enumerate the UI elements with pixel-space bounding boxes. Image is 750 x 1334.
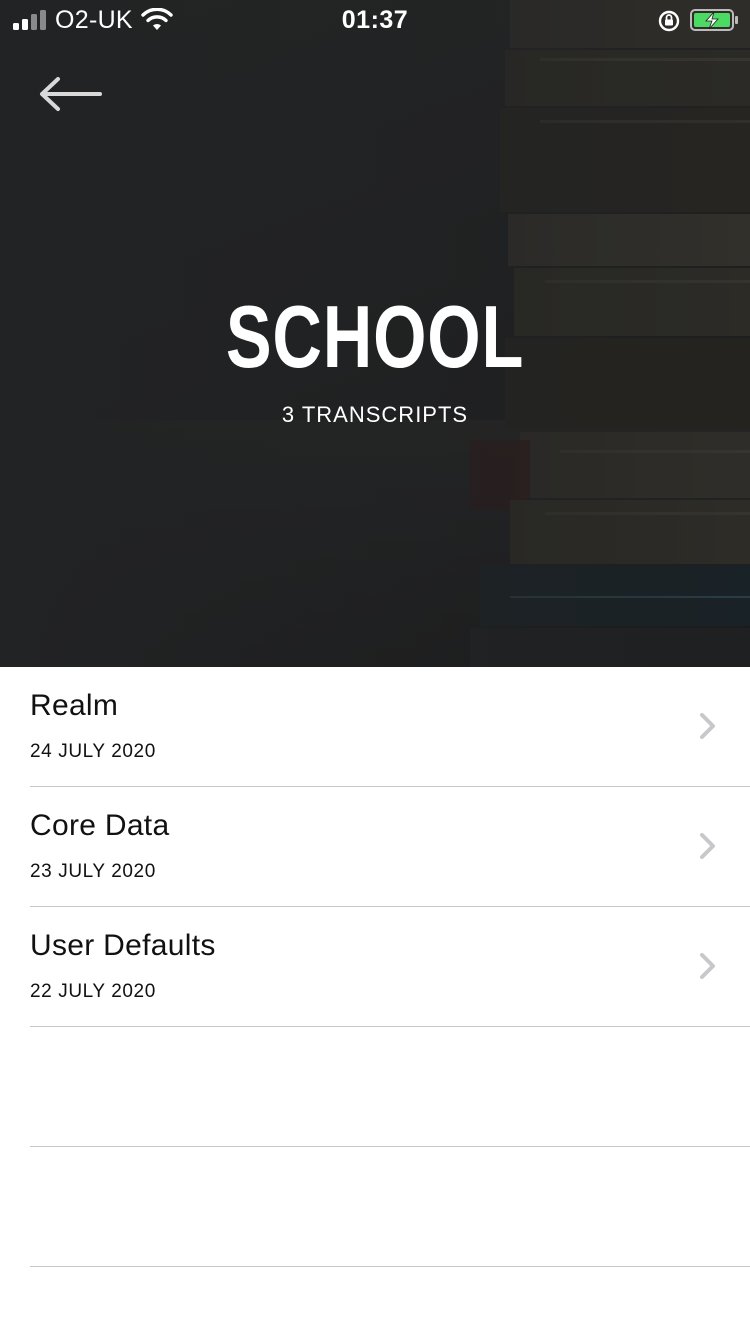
transcript-row-user-defaults[interactable]: User Defaults 22 JULY 2020	[30, 907, 750, 1027]
chevron-right-icon	[700, 833, 715, 859]
chevron-right-icon	[700, 953, 715, 979]
chevron-right-icon	[700, 713, 715, 739]
transcript-date: 24 JULY 2020	[30, 741, 156, 762]
clock: 01:37	[341, 6, 409, 34]
empty-row	[30, 1027, 750, 1147]
transcript-count: 3 TRANSCRIPTS	[281, 402, 469, 427]
transcript-row-realm[interactable]: Realm 24 JULY 2020	[30, 667, 750, 787]
status-bar: O2-UK 01:37	[0, 0, 750, 40]
hero-header: O2-UK 01:37 SCHOOL 3 TRANSCRIPTS	[0, 0, 750, 667]
transcript-date: 23 JULY 2020	[30, 861, 156, 882]
transcript-title: User Defaults	[30, 929, 216, 962]
rotation-lock-icon	[658, 10, 680, 32]
empty-row	[30, 1147, 750, 1267]
transcript-title: Realm	[30, 689, 119, 722]
battery-charging-icon	[690, 9, 738, 31]
transcript-list: Realm 24 JULY 2020 Core Data 23 JULY 202…	[0, 667, 750, 1267]
transcript-row-core-data[interactable]: Core Data 23 JULY 2020	[30, 787, 750, 907]
arrow-left-icon	[40, 77, 102, 111]
back-button[interactable]	[34, 72, 106, 120]
page-title: SCHOOL	[225, 287, 525, 386]
transcript-title: Core Data	[30, 809, 170, 842]
transcript-date: 22 JULY 2020	[30, 981, 156, 1002]
